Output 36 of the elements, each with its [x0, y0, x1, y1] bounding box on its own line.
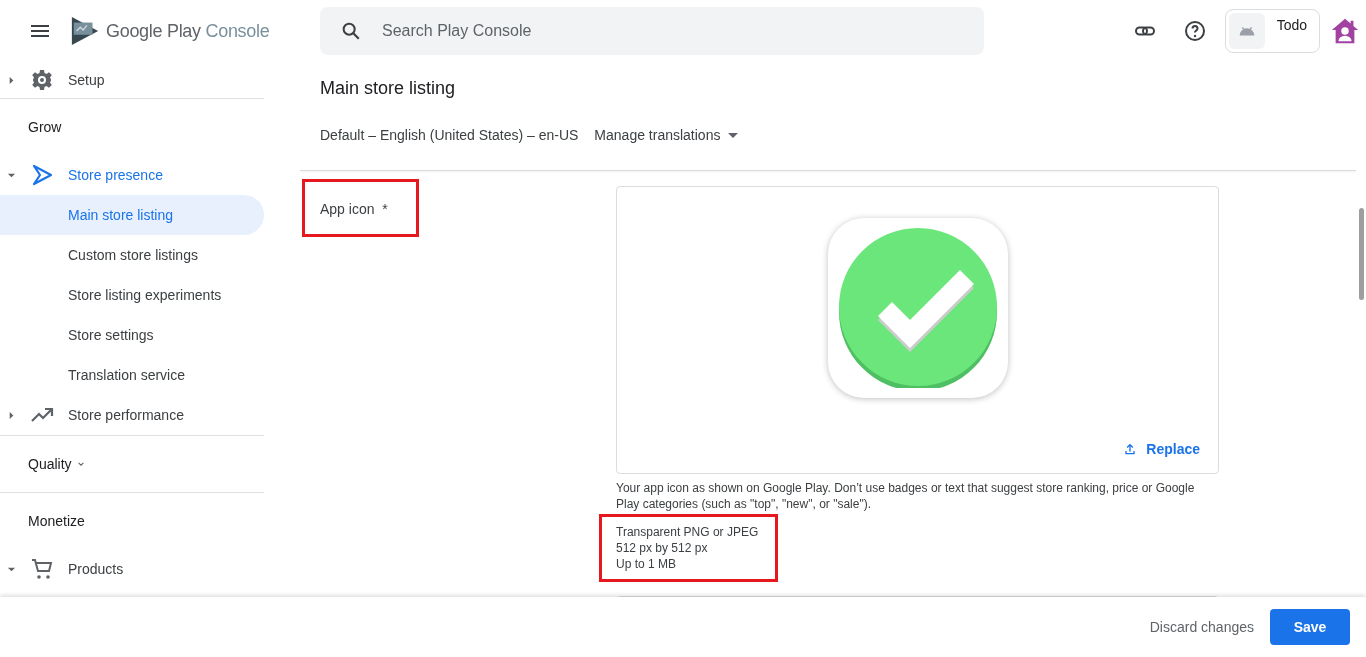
nav-item[interactable]: Store settings [0, 315, 264, 355]
language-label: Default – English (United States) – en-US [320, 127, 579, 143]
requirement-text: Up to 1 MB [616, 556, 678, 572]
scrollbar-thumb[interactable] [1359, 208, 1364, 300]
caret-icon [7, 410, 16, 420]
help-text: Your app icon as shown on Google Play. Don’t use badges or text that suggest store ranking, price or Google Play categories (such as "top", "new", or "sale"). [616, 480, 1196, 512]
nav-item[interactable]: Store listing experiments [0, 275, 264, 315]
replace-button[interactable]: Replace [1120, 439, 1202, 459]
section-heading: Monetize [28, 513, 85, 529]
requirement-text: 512 px by 512 px [616, 540, 709, 556]
nav-item[interactable]: Custom store listings [0, 235, 264, 275]
cart-icon [30, 557, 54, 581]
help-icon [1182, 19, 1207, 43]
account-avatar [1330, 16, 1360, 46]
nav-item[interactable]: Products [0, 549, 264, 589]
nav-item[interactable]: Translation service [0, 355, 264, 395]
save-button[interactable]: Save [1270, 609, 1350, 645]
section-heading: Quality [28, 456, 72, 472]
requirement-text: Transparent PNG or JPEG [616, 524, 760, 540]
dropdown-arrow-icon [728, 130, 739, 140]
section-heading: Grow [28, 119, 62, 135]
nav-item[interactable]: Main store listing [0, 195, 264, 235]
play-console-logo [70, 16, 100, 46]
nav-item[interactable]: Setup [0, 62, 264, 98]
app-selector[interactable]: Todo [1224, 9, 1320, 53]
manage-translations-dropdown[interactable]: Manage translations [594, 127, 739, 143]
search-field[interactable]: Search Play Console [320, 7, 984, 55]
nav-item[interactable]: Store performance [0, 395, 264, 435]
product-name: Google Play Console [106, 20, 270, 42]
caret-icon [7, 75, 16, 85]
nav-item[interactable]: Store presence [0, 155, 264, 195]
discard-button[interactable]: Discard changes [1149, 609, 1254, 645]
page-title: Main store listing [320, 78, 457, 99]
gear-icon [30, 68, 54, 92]
field-label: App icon * [320, 201, 388, 217]
play-icon [30, 163, 54, 187]
